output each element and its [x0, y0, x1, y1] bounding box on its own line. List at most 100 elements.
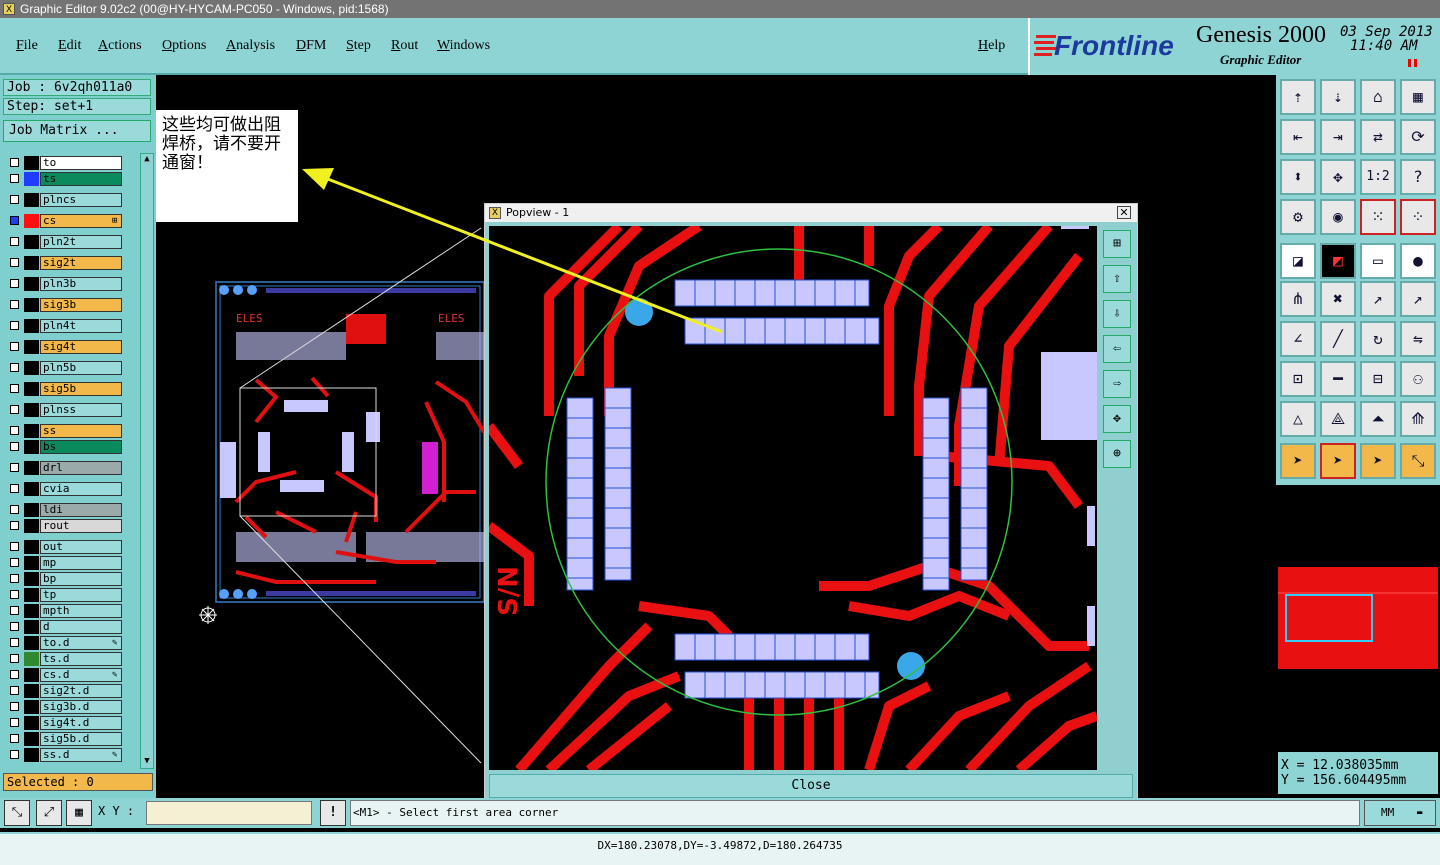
layer-name[interactable]: sig3b: [40, 298, 122, 312]
layer-color-swatch[interactable]: [24, 298, 39, 312]
layer-checkbox[interactable]: [10, 442, 19, 451]
net-highlight-icon[interactable]: ⁙: [1360, 199, 1396, 235]
layer-checkbox[interactable]: [10, 174, 19, 183]
layer-checkbox[interactable]: [10, 521, 19, 530]
zoom-fit-icon[interactable]: ⊞: [1103, 230, 1131, 258]
layer-row[interactable]: sig4t.d: [6, 716, 124, 730]
home-icon[interactable]: ⌂: [1360, 79, 1396, 115]
connect-icon[interactable]: ⋔: [1280, 281, 1316, 317]
layer-name[interactable]: plnss: [40, 403, 122, 417]
layer-color-swatch[interactable]: [24, 684, 39, 698]
menu-rout[interactable]: Rout: [391, 38, 418, 54]
layer-row[interactable]: mp: [6, 556, 124, 570]
layer-color-swatch[interactable]: [24, 461, 39, 475]
layer-checkbox[interactable]: [10, 237, 19, 246]
layer-row[interactable]: pln2t: [6, 235, 124, 249]
layer-row[interactable]: cvia: [6, 482, 124, 496]
layer-color-swatch[interactable]: [24, 193, 39, 207]
layer-name[interactable]: to: [40, 156, 122, 170]
triangle-a-icon[interactable]: △: [1280, 401, 1316, 437]
layer-checkbox[interactable]: [10, 654, 19, 663]
layer-color-swatch[interactable]: [24, 652, 39, 666]
layer-checkbox[interactable]: [10, 702, 19, 711]
layer-checkbox[interactable]: [10, 158, 19, 167]
menu-help[interactable]: Help: [978, 38, 1005, 54]
fit-all-icon[interactable]: ✥: [1320, 159, 1356, 195]
measure-tool-icon[interactable]: ⚙: [1280, 199, 1316, 235]
scroll-down-icon[interactable]: ▼: [142, 756, 152, 766]
layer-color-swatch[interactable]: [24, 214, 39, 228]
triangle-c-icon[interactable]: ⏶: [1360, 401, 1396, 437]
zoom-out-icon[interactable]: ⊕: [1103, 440, 1131, 468]
triangle-d-icon[interactable]: ⟰: [1400, 401, 1436, 437]
angle-icon[interactable]: ∠: [1280, 321, 1316, 357]
layer-checkbox[interactable]: [10, 590, 19, 599]
layer-checkbox[interactable]: [10, 363, 19, 372]
layer-checkbox[interactable]: [10, 622, 19, 631]
layer-color-swatch[interactable]: [24, 319, 39, 333]
layer-name[interactable]: mpth: [40, 604, 122, 618]
triangle-b-icon[interactable]: ⟁: [1320, 401, 1356, 437]
layer-name[interactable]: bp: [40, 572, 122, 586]
layer-checkbox[interactable]: [10, 426, 19, 435]
layer-checkbox[interactable]: [10, 484, 19, 493]
layer-color-swatch[interactable]: [24, 256, 39, 270]
layer-row[interactable]: sig5b.d: [6, 732, 124, 746]
layer-name[interactable]: pln2t: [40, 235, 122, 249]
move-point-icon[interactable]: ↗: [1360, 281, 1396, 317]
layer-checkbox[interactable]: [10, 542, 19, 551]
layer-checkbox[interactable]: [10, 670, 19, 679]
layer-name[interactable]: rout: [40, 519, 122, 533]
ruler-icon[interactable]: ▭: [1360, 243, 1396, 279]
layer-color-swatch[interactable]: [24, 572, 39, 586]
layer-checkbox[interactable]: [10, 558, 19, 567]
scale-one-to-two-icon[interactable]: 1:2: [1360, 159, 1396, 195]
layer-color-swatch[interactable]: [24, 732, 39, 746]
pan-down-icon[interactable]: ⇩: [1103, 300, 1131, 328]
swap-icon[interactable]: ⇄: [1360, 119, 1396, 155]
layer-row[interactable]: sig3b.d: [6, 700, 124, 714]
layer-checkbox[interactable]: [10, 686, 19, 695]
line-icon[interactable]: ╱: [1320, 321, 1356, 357]
zoom-down-icon[interactable]: ⇣: [1320, 79, 1356, 115]
layer-row[interactable]: bs: [6, 440, 124, 454]
pointer-icon[interactable]: ➤: [1280, 443, 1316, 479]
clip-icon[interactable]: ◩: [1320, 243, 1356, 279]
menu-windows[interactable]: Windows: [437, 38, 490, 54]
layer-name[interactable]: sig2t: [40, 256, 122, 270]
layer-color-swatch[interactable]: [24, 172, 39, 186]
layer-color-swatch[interactable]: [24, 482, 39, 496]
layer-color-swatch[interactable]: [24, 716, 39, 730]
segment-icon[interactable]: ━: [1320, 361, 1356, 397]
layer-color-swatch[interactable]: [24, 748, 39, 762]
layer-checkbox[interactable]: [10, 321, 19, 330]
layer-name[interactable]: sig5b: [40, 382, 122, 396]
select-feature-icon[interactable]: ◪: [1280, 243, 1316, 279]
layer-row[interactable]: plnss: [6, 403, 124, 417]
layer-color-swatch[interactable]: [24, 440, 39, 454]
help-query-icon[interactable]: ?: [1400, 159, 1436, 195]
net-select-icon[interactable]: ⁘: [1400, 199, 1436, 235]
dimension-icon[interactable]: ⊟: [1360, 361, 1396, 397]
layer-checkbox[interactable]: [10, 300, 19, 309]
fit-vertical-icon[interactable]: ⬍: [1280, 159, 1316, 195]
layer-name[interactable]: cs: [40, 214, 122, 228]
delete-icon[interactable]: ✖: [1320, 281, 1356, 317]
layer-color-swatch[interactable]: [24, 700, 39, 714]
layer-color-swatch[interactable]: [24, 382, 39, 396]
measure-icon[interactable]: ⤢: [36, 800, 62, 826]
layer-name[interactable]: ldi: [40, 503, 122, 517]
layer-checkbox[interactable]: [10, 279, 19, 288]
layer-name[interactable]: ts: [40, 172, 122, 186]
layer-checkbox[interactable]: [10, 606, 19, 615]
layer-name[interactable]: ss.d: [40, 748, 122, 762]
snap-point-icon[interactable]: ⊡: [1280, 361, 1316, 397]
pan-left-tool-icon[interactable]: ⇤: [1280, 119, 1316, 155]
layer-checkbox[interactable]: [10, 750, 19, 759]
layer-row[interactable]: pln4t: [6, 319, 124, 333]
layer-name[interactable]: cvia: [40, 482, 122, 496]
scroll-up-icon[interactable]: ▲: [142, 154, 152, 164]
pan-right-tool-icon[interactable]: ⇥: [1320, 119, 1356, 155]
layer-checkbox[interactable]: [10, 405, 19, 414]
layer-checkbox[interactable]: [10, 384, 19, 393]
